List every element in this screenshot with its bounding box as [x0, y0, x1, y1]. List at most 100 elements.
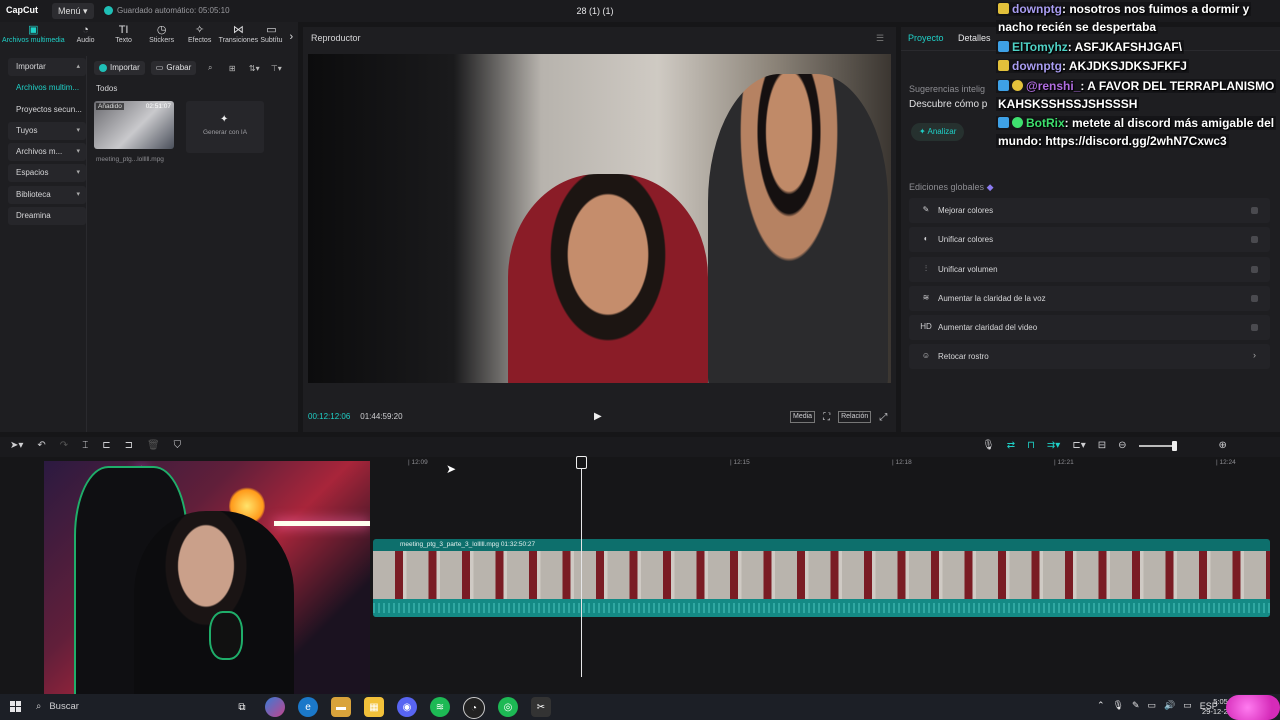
- link-icon[interactable]: ⇄: [1007, 440, 1015, 451]
- player-menu-icon[interactable]: ☰: [876, 33, 884, 44]
- transitions-icon: ⋈: [232, 24, 244, 36]
- zoom-slider-handle[interactable]: [1171, 440, 1177, 451]
- zoom-slider[interactable]: [1138, 440, 1177, 451]
- task-view-icon[interactable]: ⧉: [232, 697, 252, 717]
- global-edit-unify-colors[interactable]: ◐ Unificar colores: [909, 227, 1270, 253]
- taskbar-search[interactable]: ⌕ Buscar: [36, 697, 226, 717]
- file-explorer-icon[interactable]: ▬: [331, 697, 351, 717]
- delete-icon[interactable]: 🗑: [147, 440, 160, 451]
- redo-icon[interactable]: ↷: [60, 440, 68, 451]
- copilot-icon[interactable]: [265, 697, 285, 717]
- sidebar-item-library[interactable]: Biblioteca ▾: [8, 185, 86, 204]
- tab-details[interactable]: Detalles: [958, 33, 991, 43]
- chevron-down-icon: ▾: [76, 190, 80, 198]
- tab-project[interactable]: Proyecto: [908, 33, 944, 43]
- sidebar-item-media-files[interactable]: Archivos multim...: [8, 79, 86, 97]
- sidebar-item-yours[interactable]: Tuyos ▾: [8, 121, 86, 140]
- volume-icon[interactable]: 🔊: [1164, 700, 1175, 711]
- ruler-tick: | 12:09: [408, 459, 428, 466]
- global-edit-label: Aumentar la claridad de la voz: [938, 293, 1046, 303]
- sort-icon[interactable]: ⇅▾: [246, 64, 262, 73]
- text-icon: TI: [118, 24, 129, 36]
- battery-icon[interactable]: ▭: [1183, 700, 1192, 711]
- project-title[interactable]: 28 (1) (1): [560, 6, 630, 16]
- select-tool-icon[interactable]: ➤▾: [10, 440, 23, 451]
- media-thumbnail[interactable]: Añadido 02:51:07: [94, 101, 174, 149]
- toolbar-scroll-right[interactable]: ›: [285, 24, 298, 50]
- toggle-switch[interactable]: [1251, 294, 1258, 302]
- spotify-icon[interactable]: ≋: [430, 697, 450, 717]
- sidebar-item-dreamina[interactable]: Dreamina: [8, 207, 86, 226]
- undo-icon[interactable]: ↶: [37, 440, 45, 451]
- obs-icon[interactable]: ◔: [463, 697, 485, 719]
- tool-text[interactable]: TI Texto: [105, 24, 143, 50]
- toggle-switch[interactable]: [1251, 324, 1258, 332]
- taskbar-clock[interactable]: 5:05 29-12-2: [1202, 697, 1228, 717]
- audio-waveform: [373, 603, 1270, 613]
- captions-icon[interactable]: ⊟: [1098, 440, 1106, 451]
- import-button[interactable]: Importar: [94, 61, 145, 75]
- pen-icon[interactable]: ✎: [1132, 700, 1140, 711]
- tool-audio[interactable]: ◔ Audio: [67, 24, 105, 50]
- sticky-notes-icon[interactable]: ▦: [364, 697, 384, 717]
- global-edit-unify-volume[interactable]: ⫶ Unificar volumen: [909, 256, 1270, 282]
- global-edit-improve-colors[interactable]: ✎ Mejorar colores: [909, 198, 1270, 223]
- toggle-switch[interactable]: [1251, 236, 1258, 244]
- record-button[interactable]: ▭ Grabar: [150, 61, 197, 75]
- network-icon[interactable]: ▭: [1148, 700, 1157, 711]
- tool-effects[interactable]: ✧ Efectos: [181, 24, 219, 50]
- import-label: Importar: [110, 63, 140, 72]
- preview-axis-icon[interactable]: ⊏▾: [1072, 440, 1085, 451]
- sidebar-item-secondary-projects[interactable]: Proyectos secun...: [8, 101, 86, 119]
- capcut-icon[interactable]: ✂: [531, 697, 551, 717]
- trim-left-icon[interactable]: ⊏: [102, 440, 110, 451]
- microphone-icon[interactable]: 🎙: [1113, 700, 1124, 711]
- search-icon[interactable]: ⌕: [202, 63, 218, 73]
- menu-button[interactable]: Menú ▾: [52, 3, 94, 19]
- badge-icon: [998, 117, 1009, 128]
- chevron-up-icon[interactable]: ⌃: [1097, 700, 1105, 711]
- global-edit-video-clarity[interactable]: HD Aumentar claridad del video: [909, 315, 1270, 341]
- sidebar-item-spaces[interactable]: Espacios ▾: [8, 164, 86, 183]
- playhead-line[interactable]: [581, 457, 582, 677]
- shield-icon[interactable]: ⛉: [174, 440, 182, 451]
- trim-right-icon[interactable]: ⊐: [125, 440, 133, 451]
- split-icon[interactable]: ⌶: [82, 440, 88, 451]
- view-grid-icon[interactable]: ⊞: [224, 64, 240, 73]
- app-icon[interactable]: ◎: [498, 697, 518, 717]
- fullscreen-icon[interactable]: ⤢: [879, 412, 887, 423]
- toggle-switch[interactable]: [1251, 265, 1258, 273]
- ratio-button[interactable]: Relación: [838, 411, 872, 423]
- filter-icon[interactable]: ⊤▾: [268, 64, 284, 73]
- tool-media[interactable]: ▣ Archivos multimedia: [0, 24, 67, 50]
- zoom-out-icon[interactable]: ⊖: [1118, 440, 1126, 451]
- analyze-button[interactable]: ✦ Analizar: [911, 123, 965, 141]
- tool-subtitles[interactable]: ▭ Subtítu: [258, 24, 285, 50]
- clock-time: 5:05: [1213, 697, 1228, 706]
- sidebar-item-import[interactable]: Importar ▴: [8, 58, 86, 76]
- chevron-right-icon: ›: [289, 30, 294, 43]
- snap-icon[interactable]: ⇉▾: [1047, 440, 1060, 451]
- tool-stickers[interactable]: ◷ Stickers: [143, 24, 181, 50]
- timeline-ruler[interactable]: | 12:09 | 12:15 | 12:18 | 12:21 | 12:24: [370, 457, 1280, 469]
- global-edit-retouch-face[interactable]: ☺ Retocar rostro ›: [909, 344, 1270, 370]
- toggle-switch[interactable]: [1251, 207, 1258, 214]
- global-edit-voice-clarity[interactable]: ≋ Aumentar la claridad de la voz: [909, 285, 1270, 311]
- magnet-icon[interactable]: ⊓: [1027, 440, 1035, 451]
- windows-start-icon[interactable]: [10, 701, 21, 712]
- chat-user: @renshi_: [1026, 78, 1081, 93]
- zoom-in-icon[interactable]: ⊕: [1219, 440, 1227, 451]
- tool-transitions[interactable]: ⋈ Transiciones: [219, 24, 258, 50]
- crop-icon[interactable]: ⛶: [823, 412, 830, 423]
- microphone-icon[interactable]: 🎙: [982, 440, 995, 451]
- media-button[interactable]: Media: [790, 411, 816, 423]
- generate-ai-button[interactable]: ✦ Generar con IA: [186, 101, 264, 153]
- video-clip[interactable]: meeting_ptg_3_parte_3_lolllll.mpg 01:32:…: [373, 539, 1270, 617]
- playhead-handle[interactable]: [576, 456, 587, 469]
- chevron-right-icon: ›: [1253, 350, 1256, 361]
- discord-icon[interactable]: ◉: [397, 697, 417, 717]
- video-preview[interactable]: [308, 54, 891, 383]
- edge-icon[interactable]: e: [298, 697, 318, 717]
- play-icon[interactable]: ▶: [594, 411, 602, 422]
- sidebar-item-files[interactable]: Archivos m... ▾: [8, 143, 86, 162]
